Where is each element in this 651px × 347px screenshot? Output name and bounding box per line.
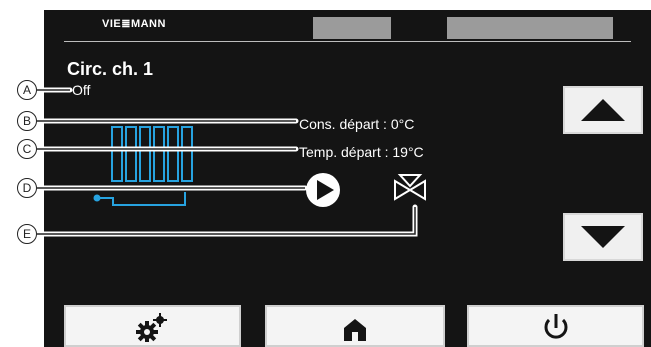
callout-d: D: [17, 178, 37, 198]
callout-c: C: [17, 139, 37, 159]
callout-leaders: [34, 87, 418, 237]
callout-a: A: [17, 80, 37, 100]
callout-b: B: [17, 111, 37, 131]
callout-e: E: [17, 224, 37, 244]
